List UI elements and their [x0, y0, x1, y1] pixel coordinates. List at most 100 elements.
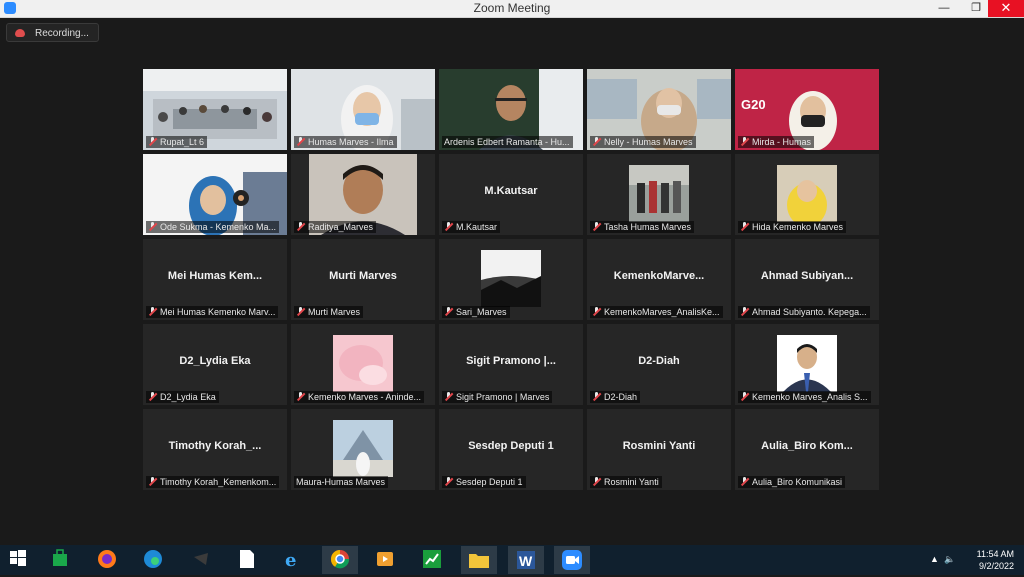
participant-tile[interactable]: Mei Humas Kem... Mei Humas Kemenko Marv.… [143, 239, 287, 320]
minimize-button[interactable]: — [929, 0, 959, 17]
svg-text:e: e [285, 550, 296, 569]
participant-tile[interactable]: Raditya_Marves [291, 154, 435, 235]
mic-muted-icon [148, 477, 157, 486]
participant-name-label: Ardenis Edbert Ramanta - Hu... [442, 136, 573, 148]
participant-name-label: Nelly - Humas Marves [590, 136, 696, 148]
file-explorer-icon[interactable] [461, 546, 497, 574]
participant-display-name: Mei Humas Kem... [167, 270, 263, 282]
participant-tile[interactable]: Maura-Humas Marves [291, 409, 435, 490]
participant-display-name: Timothy Korah_... [168, 440, 262, 452]
media-app-icon[interactable] [190, 549, 212, 571]
participant-tile[interactable]: Timothy Korah_... Timothy Korah_Kemenkom… [143, 409, 287, 490]
profile-picture [777, 335, 837, 392]
profile-picture [629, 165, 689, 222]
internet-explorer-icon[interactable]: e [282, 549, 304, 571]
chevron-up-icon[interactable]: ▲ [930, 554, 939, 564]
participant-tile[interactable]: Rupat_Lt 6 [143, 69, 287, 150]
participant-tile[interactable]: M.Kautsar M.Kautsar [439, 154, 583, 235]
start-button[interactable] [7, 549, 29, 571]
participant-tile[interactable]: Sigit Pramono |... Sigit Pramono | Marve… [439, 324, 583, 405]
participant-display-name: Sigit Pramono |... [466, 355, 556, 367]
mic-muted-icon [592, 307, 601, 316]
mic-muted-icon [148, 222, 157, 231]
gallery-grid: Rupat_Lt 6 Humas Marves - Ilma Ardenis E… [143, 69, 881, 492]
participant-tile[interactable]: D2-Diah D2-Diah [587, 324, 731, 405]
mic-muted-icon [296, 137, 305, 146]
participant-name-label: Raditya_Marves [294, 221, 377, 233]
participant-tile[interactable]: D2_Lydia Eka D2_Lydia Eka [143, 324, 287, 405]
participant-tile[interactable]: Murti Marves Murti Marves [291, 239, 435, 320]
participant-display-name: Sesdep Deputi 1 [468, 440, 554, 452]
chrome-icon[interactable] [322, 546, 358, 574]
participant-name-label: Sigit Pramono | Marves [442, 391, 553, 403]
profile-picture [777, 165, 837, 222]
participant-name-label: Hida Kemenko Marves [738, 221, 847, 233]
mic-muted-icon [444, 392, 453, 401]
finance-app-icon[interactable] [421, 549, 443, 571]
participant-name-label: Mei Humas Kemenko Marv... [146, 306, 279, 318]
participant-name-label: Ahmad Subiyanto. Kepega... [738, 306, 870, 318]
windows-logo-icon [10, 550, 26, 566]
volume-muted-icon[interactable]: 🔈 [944, 554, 955, 564]
mic-muted-icon [296, 392, 305, 401]
participant-tile[interactable]: KemenkoMarve... KemenkoMarves_AnalisKe..… [587, 239, 731, 320]
clock-time: 11:54 AM [976, 549, 1014, 559]
firefox-icon[interactable] [96, 549, 118, 571]
mic-muted-icon [740, 222, 749, 231]
participant-tile[interactable]: Tasha Humas Marves [587, 154, 731, 235]
title-bar: Zoom Meeting — ❐ ✕ [0, 0, 1024, 18]
participant-name-label: Maura-Humas Marves [294, 476, 389, 488]
participant-name-label: Ode Sukma - Kemenko Ma... [146, 221, 280, 233]
participant-tile[interactable]: Kemenko Marves - Aninde... [291, 324, 435, 405]
mic-muted-icon [148, 307, 157, 316]
cloud-recording-icon [15, 29, 25, 37]
word-icon[interactable]: W [508, 546, 544, 574]
close-button[interactable]: ✕ [988, 0, 1024, 17]
participant-name-label: Kemenko Marves - Aninde... [294, 391, 425, 403]
participant-display-name: Murti Marves [329, 270, 397, 282]
video-player-icon[interactable] [374, 549, 396, 571]
participant-tile[interactable]: Ahmad Subiyan... Ahmad Subiyanto. Kepega… [735, 239, 879, 320]
participant-name-label: Sari_Marves [442, 306, 510, 318]
mic-muted-icon [740, 137, 749, 146]
participant-name-label: Murti Marves [294, 306, 364, 318]
participant-tile[interactable]: Kemenko Marves_Analis S... [735, 324, 879, 405]
participant-tile[interactable]: Humas Marves - Ilma [291, 69, 435, 150]
participant-tile[interactable]: Sari_Marves [439, 239, 583, 320]
participant-name-label: D2-Diah [590, 391, 641, 403]
participant-tile[interactable]: Aulia_Biro Kom... Aulia_Biro Komunikasi [735, 409, 879, 490]
store-icon[interactable] [49, 549, 71, 571]
recording-indicator[interactable]: Recording... [6, 23, 99, 42]
mic-muted-icon [592, 137, 601, 146]
mic-muted-icon [740, 392, 749, 401]
profile-picture [333, 335, 393, 392]
participant-name-label: Sesdep Deputi 1 [442, 476, 526, 488]
participant-tile[interactable]: Nelly - Humas Marves [587, 69, 731, 150]
mic-muted-icon [592, 392, 601, 401]
participant-name-label: KemenkoMarves_AnalisKe... [590, 306, 723, 318]
participant-tile[interactable]: Rosmini Yanti Rosmini Yanti [587, 409, 731, 490]
participant-tile-active-speaker[interactable]: Ardenis Edbert Ramanta - Hu... [439, 69, 583, 150]
participant-tile[interactable]: Hida Kemenko Marves [735, 154, 879, 235]
maximize-button[interactable]: ❐ [961, 0, 991, 17]
participant-name-label: Timothy Korah_Kemenkom... [146, 476, 280, 488]
mic-muted-icon [592, 477, 601, 486]
system-tray[interactable]: ▲ 🔈 [930, 554, 955, 565]
edge-icon[interactable] [142, 549, 164, 571]
mic-muted-icon [296, 222, 305, 231]
participant-display-name: D2_Lydia Eka [179, 355, 251, 367]
mic-muted-icon [592, 222, 601, 231]
zoom-taskbar-icon[interactable] [554, 546, 590, 574]
participant-name-label: Kemenko Marves_Analis S... [738, 391, 871, 403]
participant-name-label: Rupat_Lt 6 [146, 136, 208, 148]
participant-tile[interactable]: G20 Mirda - Humas [735, 69, 879, 150]
mic-muted-icon [740, 307, 749, 316]
participant-name-label: M.Kautsar [442, 221, 501, 233]
taskbar-clock[interactable]: 11:54 AM 9/2/2022 [977, 548, 1014, 572]
file-icon[interactable] [236, 549, 258, 571]
participant-tile[interactable]: Ode Sukma - Kemenko Ma... [143, 154, 287, 235]
clock-date: 9/2/2022 [978, 561, 1014, 571]
mic-muted-icon [148, 137, 157, 146]
participant-tile[interactable]: Sesdep Deputi 1 Sesdep Deputi 1 [439, 409, 583, 490]
participant-name-label: Aulia_Biro Komunikasi [738, 476, 846, 488]
